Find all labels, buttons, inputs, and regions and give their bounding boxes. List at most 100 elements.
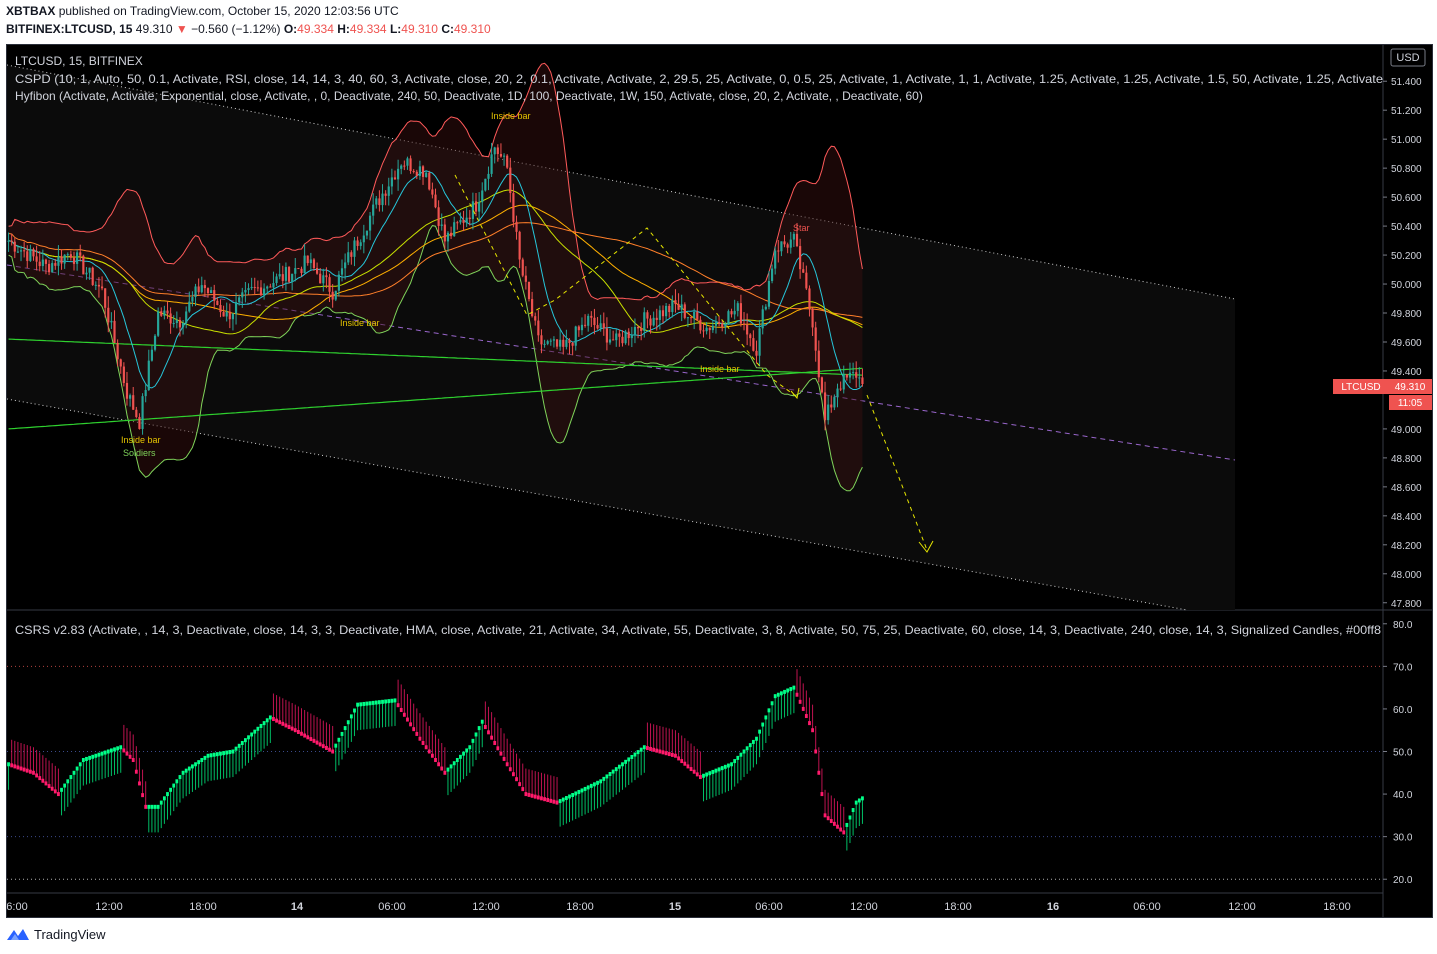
osc-histogram-head [134, 769, 138, 774]
osc-histogram-head [574, 791, 578, 796]
osc-histogram-head [440, 766, 444, 771]
candle-body [412, 171, 415, 173]
osc-histogram-head [19, 766, 23, 771]
osc-histogram-head [141, 793, 144, 798]
candle-body [60, 256, 63, 264]
time-tick-label: 14 [291, 901, 304, 913]
candle-body [269, 286, 272, 288]
osc-histogram-head [624, 759, 627, 764]
osc-histogram-head [452, 761, 456, 766]
price-tick-label: 48.800 [1391, 454, 1422, 465]
candle-body [802, 269, 805, 273]
candle-body [188, 301, 191, 312]
osc-histogram-head [611, 769, 615, 774]
candle-body [10, 240, 13, 242]
candle-body [7, 240, 10, 242]
candle-body [284, 267, 288, 281]
candle-body [742, 323, 746, 325]
candle-body [44, 259, 48, 264]
chart-svg[interactable]: Inside bar Inside bar Inside bar Inside … [6, 45, 1432, 917]
osc-histogram-head [776, 692, 780, 697]
osc-histogram-head [857, 798, 861, 803]
osc-histogram-head [811, 728, 814, 733]
osc-histogram-head [546, 798, 550, 803]
time-tick-label: 12:00 [1228, 901, 1256, 913]
time-axis[interactable]: 6:00 12:00 18:00 14 06:00 12:00 18:00 15 06:00 12… [6, 901, 1351, 913]
osc-histogram-head [698, 775, 702, 780]
candle-body [583, 324, 587, 326]
chart-area[interactable]: Inside bar Inside bar Inside bar Inside … [6, 44, 1433, 918]
osc-histogram-head [209, 753, 213, 758]
candle-body [537, 320, 540, 336]
osc-histogram-head [745, 746, 749, 751]
symbol-tag-text: LTCUSD [1341, 382, 1380, 393]
legend-csrs: CSRS v2.83 (Activate, , 14, 3, Deactivat… [15, 623, 1381, 637]
osc-histogram-head [826, 816, 830, 821]
candle-body [755, 350, 758, 356]
osc-histogram-head [191, 764, 194, 769]
osc-histogram-head [670, 752, 674, 757]
osc-histogram-head [409, 722, 412, 727]
osc-histogram-head [480, 719, 484, 724]
osc-histogram-head [633, 752, 637, 757]
candle-body [481, 190, 484, 203]
osc-histogram-head [702, 773, 705, 778]
price-tag-text: 49.310 [1395, 382, 1426, 393]
high-value: 49.334 [349, 22, 387, 36]
osc-histogram-head [75, 766, 79, 771]
osc-histogram-head [621, 762, 624, 767]
price-tick-label: 48.200 [1391, 541, 1422, 552]
osc-histogram-head [10, 763, 14, 768]
candle-body [758, 328, 761, 356]
down-arrow-icon: ▼ [175, 22, 188, 36]
osc-histogram-head [751, 739, 755, 744]
osc-histogram-head [804, 714, 808, 719]
candle-body [278, 274, 281, 277]
candle-body [671, 300, 674, 313]
osc-tick-label: 80.0 [1393, 620, 1413, 631]
time-tick-label: 6:00 [7, 901, 28, 913]
candle-body [297, 268, 300, 270]
osc-histogram-head [293, 728, 297, 733]
osc-histogram-head [536, 795, 540, 800]
candle-body [16, 251, 19, 253]
osc-histogram-head [406, 717, 409, 722]
candle-body [47, 263, 51, 273]
osc-histogram-head [596, 780, 599, 785]
osc-histogram-head [758, 729, 762, 734]
osc-histogram-head [225, 750, 229, 755]
osc-histogram-head [861, 796, 864, 801]
candle-body [646, 312, 649, 319]
candle-body [138, 417, 141, 429]
candle-body [733, 310, 736, 315]
candle-body [699, 319, 702, 331]
candle-body [549, 340, 552, 342]
candle-body [325, 275, 328, 278]
osc-histogram-head [820, 792, 824, 797]
candle-body [225, 311, 228, 317]
candle-body [543, 343, 546, 345]
osc-histogram-head [250, 732, 254, 737]
candle-body [144, 389, 147, 397]
candle-body [524, 275, 527, 282]
osc-histogram-head [717, 767, 721, 772]
candle-body [393, 177, 397, 180]
annotation-soldiers: Soldiers [123, 448, 156, 458]
candle-body [640, 328, 643, 331]
osc-histogram-head [69, 775, 73, 780]
osc-histogram-head [349, 714, 353, 719]
osc-histogram-head [44, 781, 48, 786]
candle-body [580, 324, 584, 331]
osc-histogram-head [203, 755, 207, 760]
annotation-inside-bar-3: Inside bar [121, 435, 161, 445]
osc-histogram-head [524, 792, 528, 797]
candle-body [66, 254, 69, 256]
candle-body [565, 339, 568, 347]
osc-histogram-head [222, 751, 225, 756]
osc-histogram-head [415, 731, 419, 736]
osc-histogram-head [166, 792, 169, 797]
osc-histogram-head [359, 702, 363, 707]
osc-histogram-head [561, 797, 565, 802]
osc-histogram-head [786, 688, 790, 693]
osc-histogram-head [393, 698, 397, 703]
